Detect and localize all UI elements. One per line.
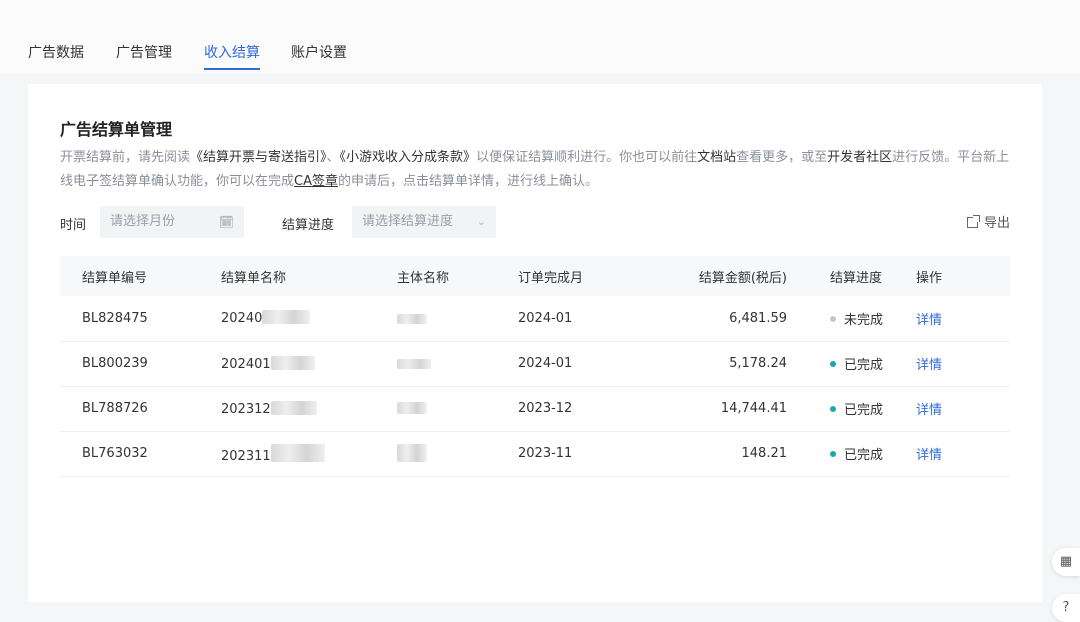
- col-header-month: 订单完成月: [518, 270, 584, 286]
- detail-link[interactable]: 详情: [916, 358, 942, 373]
- progress-select[interactable]: 请选择结算进度 ⌄: [352, 206, 496, 238]
- cell-action: 详情: [910, 431, 1010, 476]
- col-header-action: 操作: [916, 270, 943, 286]
- settlement-table: 结算单编号 结算单名称 主体名称 订单完成月 结算金额(税后) 结算进度 操作 …: [60, 256, 1010, 477]
- col-header-status: 结算进度: [830, 270, 883, 286]
- redacted-text: [397, 402, 427, 414]
- redacted-text: [262, 310, 311, 325]
- cell-no: BL828475: [82, 310, 148, 326]
- cell-action: 详情: [910, 386, 1010, 431]
- link-ca-signature[interactable]: CA签章: [294, 174, 338, 189]
- qr-code-button[interactable]: ▦: [1052, 548, 1080, 576]
- status-dot: [830, 315, 836, 322]
- month-picker[interactable]: 请选择月份 🗓: [100, 206, 244, 238]
- calendar-icon: 🗓: [218, 215, 234, 229]
- table-header-row: 结算单编号 结算单名称 主体名称 订单完成月 结算金额(税后) 结算进度 操作: [60, 256, 1010, 296]
- col-header-subject: 主体名称: [397, 270, 450, 286]
- cell-subject: [396, 386, 518, 431]
- cell-name: 202311: [220, 431, 396, 476]
- status-dot: [830, 451, 836, 457]
- status-text: 未完成: [844, 312, 884, 328]
- redacted-text: [397, 443, 427, 462]
- cell-month: 2023-12: [518, 401, 573, 416]
- notice-text: 、: [326, 150, 340, 165]
- page-title: 广告结算单管理: [60, 120, 173, 139]
- redacted-text: [397, 313, 427, 324]
- cell-subject: [396, 341, 518, 386]
- export-label: 导出: [983, 216, 1010, 231]
- month-picker-placeholder: 请选择月份: [110, 214, 176, 229]
- cell-amount: 6,481.59: [729, 310, 787, 326]
- cell-name-prefix: 202311: [221, 448, 271, 464]
- status-dot: [830, 406, 836, 412]
- chevron-down-icon: ⌄: [476, 215, 486, 228]
- link-doc-site[interactable]: 文档站: [697, 150, 736, 165]
- redacted-text: [270, 400, 317, 415]
- link-revenue-terms[interactable]: 《小游戏收入分成条款》: [340, 150, 477, 165]
- cell-amount: 148.21: [741, 446, 788, 461]
- col-header-name: 结算单名称: [221, 270, 287, 286]
- cell-month: 2024-01: [518, 310, 573, 326]
- cell-amount: 5,178.24: [729, 356, 787, 371]
- status-dot: [830, 361, 836, 367]
- cell-status: 已完成: [788, 341, 910, 386]
- cell-action: 详情: [910, 341, 1010, 386]
- cell-subject: [396, 431, 518, 476]
- top-tab-bar: 广告数据 广告管理 收入结算 账户设置: [0, 0, 1080, 74]
- notice-text: 查看更多，或至: [736, 150, 828, 165]
- cell-no: BL788726: [82, 401, 148, 416]
- detail-link[interactable]: 详情: [916, 448, 942, 463]
- cell-no: BL763032: [82, 446, 148, 461]
- cell-subject: [396, 296, 518, 341]
- col-header-amount: 结算金额(税后): [698, 270, 787, 286]
- cell-status: 已完成: [788, 431, 910, 476]
- redacted-text: [270, 443, 325, 462]
- cell-month: 2024-01: [518, 356, 573, 371]
- cell-amount: 14,744.41: [720, 401, 787, 416]
- notice-text: 以便保证结算顺利进行。你也可以前往: [476, 150, 698, 165]
- table-row: BL788726 202312 2023-12 14,744.41 已完成 详情: [60, 386, 1010, 431]
- cell-name: 202312: [220, 386, 396, 431]
- notice-text: 开票结算前，请先阅读: [60, 150, 191, 165]
- detail-link[interactable]: 详情: [916, 403, 942, 418]
- status-text: 已完成: [844, 448, 884, 463]
- cell-status: 已完成: [788, 386, 910, 431]
- progress-filter-label: 结算进度: [282, 218, 335, 233]
- qr-code-icon: ▦: [1059, 554, 1073, 569]
- time-filter-label: 时间: [60, 218, 87, 233]
- cell-name-prefix: 20240: [221, 311, 263, 327]
- notice-text: 的申请后，点击结算单详情，进行线上确认。: [338, 174, 599, 189]
- cell-name-prefix: 202401: [221, 356, 271, 372]
- progress-select-placeholder: 请选择结算进度: [362, 214, 454, 229]
- redacted-text: [397, 359, 431, 369]
- cell-name: 20240: [220, 296, 396, 341]
- table-row: BL763032 202311 2023-11 148.21 已完成 详情: [60, 431, 1010, 476]
- cell-no: BL800239: [82, 356, 148, 371]
- table-row: BL800239 202401 2024-01 5,178.24 已完成 详情: [60, 341, 1010, 386]
- help-button[interactable]: ?: [1052, 594, 1080, 622]
- tab-account-settings[interactable]: 账户设置: [291, 42, 347, 62]
- table-row: BL828475 20240 2024-01 6,481.59 未完成 详情: [60, 296, 1010, 341]
- help-circle-icon: ?: [1062, 600, 1070, 615]
- settlement-notice: 开票结算前，请先阅读《结算开票与寄送指引》、《小游戏收入分成条款》以便保证结算顺…: [60, 146, 1020, 194]
- status-text: 已完成: [844, 403, 884, 418]
- link-developer-community[interactable]: 开发者社区: [827, 150, 892, 165]
- link-invoice-guide[interactable]: 《结算开票与寄送指引》: [190, 150, 327, 165]
- tab-ad-management[interactable]: 广告管理: [116, 42, 172, 62]
- tab-income-settlement[interactable]: 收入结算: [204, 42, 260, 62]
- cell-status: 未完成: [788, 296, 910, 341]
- cell-name: 202401: [220, 341, 396, 386]
- cell-action: 详情: [910, 296, 1010, 341]
- cell-name-prefix: 202312: [221, 401, 271, 417]
- tab-ad-data[interactable]: 广告数据: [28, 42, 84, 62]
- settlement-card: 广告结算单管理 开票结算前，请先阅读《结算开票与寄送指引》、《小游戏收入分成条款…: [28, 84, 1042, 602]
- status-text: 已完成: [844, 358, 884, 373]
- active-tab-indicator: [204, 68, 260, 70]
- cell-month: 2023-11: [518, 446, 573, 461]
- redacted-text: [270, 355, 315, 370]
- export-icon: [966, 215, 980, 228]
- export-button[interactable]: 导出: [966, 212, 1010, 231]
- col-header-no: 结算单编号: [82, 270, 148, 286]
- detail-link[interactable]: 详情: [916, 313, 942, 328]
